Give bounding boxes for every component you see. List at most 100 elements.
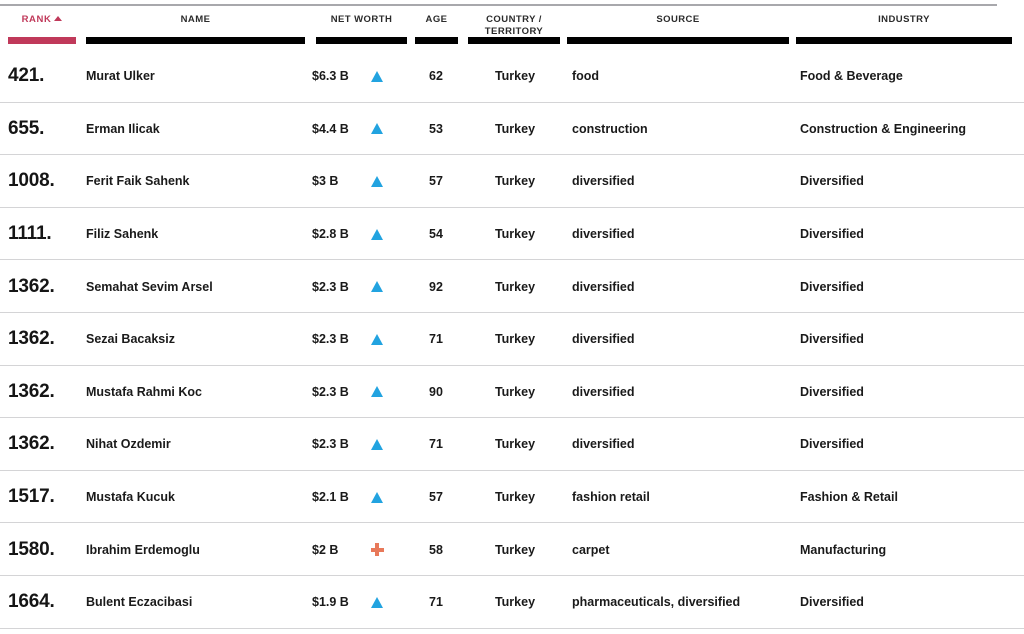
cell-change-indicator xyxy=(366,155,388,208)
cell-industry: Diversified xyxy=(800,437,864,452)
triangle-up-icon xyxy=(371,281,383,293)
cell-industry: Diversified xyxy=(800,279,864,294)
column-header-rank-underline xyxy=(8,37,76,44)
table-row[interactable]: 1664. Bulent Eczacibasi $1.9 B 71 Turkey phar… xyxy=(0,575,1024,629)
cell-rank: 1362. xyxy=(8,380,55,402)
top-divider xyxy=(0,4,997,6)
cell-change-indicator xyxy=(366,576,388,629)
column-header-name[interactable]: NAME xyxy=(86,10,305,50)
cell-name: Ibrahim Erdemoglu xyxy=(86,542,200,557)
cell-industry: Diversified xyxy=(800,227,864,242)
cell-change-indicator xyxy=(366,471,388,524)
column-header-source-underline xyxy=(567,37,789,44)
cell-country: Turkey xyxy=(494,332,536,347)
cell-net-worth: $2.3 B xyxy=(312,384,349,399)
table-row[interactable]: 1362. Mustafa Rahmi Koc $2.3 B 90 Turkey dive… xyxy=(0,365,1024,419)
table-row[interactable]: 1111. Filiz Sahenk $2.8 B 54 Turkey diversifi… xyxy=(0,207,1024,261)
table-header-row: RANK NAME NET WORTH AGE COUNTRY / TERRIT… xyxy=(0,10,1024,50)
column-header-name-underline xyxy=(86,37,305,44)
cell-industry: Diversified xyxy=(800,384,864,399)
cell-industry: Fashion & Retail xyxy=(800,490,898,505)
table-row[interactable]: 1517. Mustafa Kucuk $2.1 B 57 Turkey fashion … xyxy=(0,470,1024,524)
table-row[interactable]: 421. Murat Ulker $6.3 B 62 Turkey food Food & … xyxy=(0,50,1024,103)
triangle-up-icon xyxy=(371,228,383,240)
cell-source: diversified xyxy=(572,279,635,294)
table-row[interactable]: 1008. Ferit Faik Sahenk $3 B 57 Turkey divers… xyxy=(0,155,1024,208)
cell-country: Turkey xyxy=(494,595,536,610)
cell-name: Semahat Sevim Arsel xyxy=(86,279,213,294)
column-header-net-worth-label: NET WORTH xyxy=(330,14,393,25)
cell-rank: 1362. xyxy=(8,328,55,350)
table-row[interactable]: 1362. Semahat Sevim Arsel $2.3 B 92 Turkey di… xyxy=(0,260,1024,313)
cell-rank: 1517. xyxy=(8,486,55,508)
cell-net-worth: $2 B xyxy=(312,542,339,557)
cell-source: pharmaceuticals, diversified xyxy=(572,595,741,610)
cell-rank: 1580. xyxy=(8,538,55,560)
cell-country: Turkey xyxy=(494,437,536,452)
column-header-rank-text: RANK xyxy=(21,14,52,25)
cell-age: 71 xyxy=(429,595,443,610)
column-header-industry-underline xyxy=(796,37,1012,44)
column-header-net-worth[interactable]: NET WORTH xyxy=(316,10,407,50)
cell-net-worth: $2.3 B xyxy=(312,279,349,294)
cell-net-worth: $3 B xyxy=(312,174,339,189)
cell-name: Ferit Faik Sahenk xyxy=(86,174,190,189)
cell-net-worth: $2.1 B xyxy=(312,490,349,505)
cell-country: Turkey xyxy=(494,490,536,505)
cell-net-worth: $2.3 B xyxy=(312,332,349,347)
cell-name: Erman Ilicak xyxy=(86,121,160,136)
column-header-industry[interactable]: INDUSTRY xyxy=(796,10,1012,50)
column-header-source-label: SOURCE xyxy=(656,14,700,25)
cell-country: Turkey xyxy=(494,174,536,189)
cell-source: diversified xyxy=(572,384,635,399)
cell-country: Turkey xyxy=(494,121,536,136)
triangle-up-icon xyxy=(371,123,383,135)
cell-change-indicator xyxy=(366,103,388,156)
table-row[interactable]: 655. Erman Ilicak $4.4 B 53 Turkey constructi… xyxy=(0,102,1024,156)
cell-change-indicator xyxy=(366,418,388,471)
cell-source: diversified xyxy=(572,227,635,242)
cell-rank: 1008. xyxy=(8,170,55,192)
triangle-up-icon xyxy=(371,70,383,82)
column-header-rank-label: RANK xyxy=(8,14,76,26)
cell-source: fashion retail xyxy=(572,490,650,505)
table-row[interactable]: 1362. Sezai Bacaksiz $2.3 B 71 Turkey diversi… xyxy=(0,312,1024,366)
cell-change-indicator xyxy=(366,260,388,313)
cell-name: Filiz Sahenk xyxy=(86,227,159,242)
cell-rank: 1111. xyxy=(8,223,52,245)
cell-source: diversified xyxy=(572,174,635,189)
cell-industry: Diversified xyxy=(800,332,864,347)
cell-country: Turkey xyxy=(494,227,536,242)
cell-country: Turkey xyxy=(494,542,536,557)
column-header-age-underline xyxy=(415,37,458,44)
cell-change-indicator xyxy=(366,523,388,576)
cell-source: carpet xyxy=(572,542,610,557)
cell-age: 90 xyxy=(429,384,443,399)
cell-name: Mustafa Kucuk xyxy=(86,490,175,505)
column-header-country[interactable]: COUNTRY / TERRITORY xyxy=(468,10,560,50)
cell-change-indicator xyxy=(366,50,388,103)
billionaires-list-page: RANK NAME NET WORTH AGE COUNTRY / TERRIT… xyxy=(0,0,1024,634)
column-header-rank[interactable]: RANK xyxy=(8,10,76,50)
chevron-up-icon xyxy=(54,15,63,21)
cell-country: Turkey xyxy=(494,279,536,294)
cell-change-indicator xyxy=(366,208,388,261)
cell-industry: Diversified xyxy=(800,595,864,610)
column-header-name-label: NAME xyxy=(180,14,211,25)
table-row[interactable]: 1580. Ibrahim Erdemoglu $2 B 58 Turkey carpet… xyxy=(0,523,1024,576)
cell-change-indicator xyxy=(366,313,388,366)
triangle-up-icon xyxy=(371,386,383,398)
column-header-source[interactable]: SOURCE xyxy=(567,10,789,50)
cell-name: Bulent Eczacibasi xyxy=(86,595,193,610)
cell-rank: 1362. xyxy=(8,275,55,297)
cell-change-indicator xyxy=(366,366,388,419)
billionaires-table: RANK NAME NET WORTH AGE COUNTRY / TERRIT… xyxy=(0,10,1024,629)
column-header-age[interactable]: AGE xyxy=(415,10,458,50)
triangle-up-icon xyxy=(371,596,383,608)
cell-name: Mustafa Rahmi Koc xyxy=(86,384,202,399)
column-header-net-worth-underline xyxy=(316,37,407,44)
cell-age: 57 xyxy=(429,490,443,505)
table-row[interactable]: 1362. Nihat Ozdemir $2.3 B 71 Turkey diversif… xyxy=(0,418,1024,471)
cell-age: 53 xyxy=(429,121,443,136)
table-body: 421. Murat Ulker $6.3 B 62 Turkey food Food & … xyxy=(0,50,1024,629)
